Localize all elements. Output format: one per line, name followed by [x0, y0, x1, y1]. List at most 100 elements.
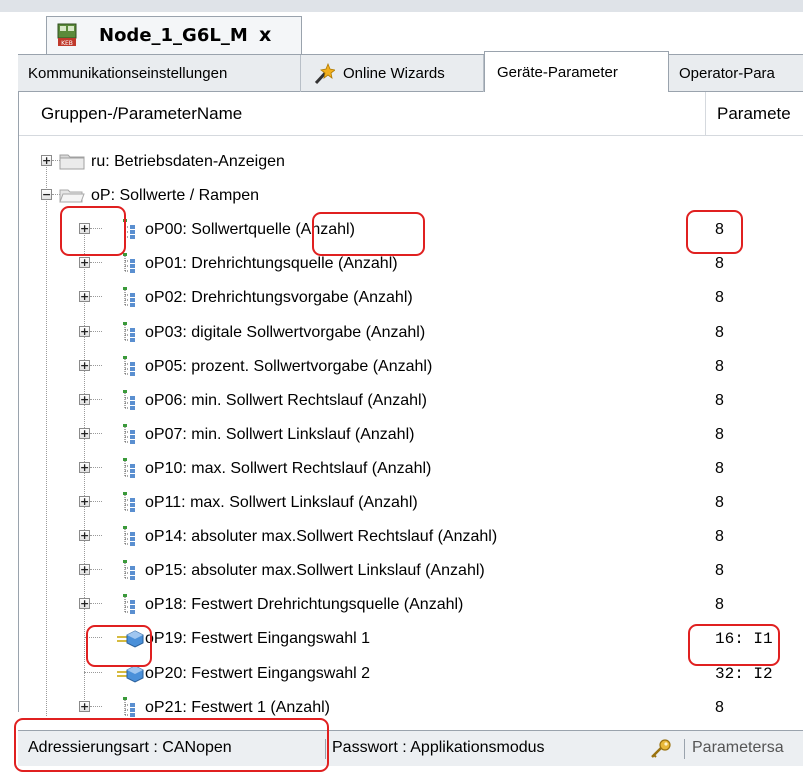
tree-row-label: oP: Sollwerte / Rampen	[91, 187, 260, 204]
tree-connector	[84, 637, 102, 638]
tree-row[interactable]: + oP00: Sollwertquelle (Anzahl) 8	[19, 213, 803, 247]
document-tab-title: Node_1_G6L_M	[99, 25, 248, 46]
tree-row-value[interactable]: 8	[715, 392, 724, 410]
tree-row-value[interactable]: 16: I1	[715, 630, 773, 648]
status-addressing: Adressierungsart : CANopen	[28, 739, 232, 756]
window-top-strip	[0, 0, 803, 12]
tree-connector	[90, 365, 102, 366]
parameter-array-icon	[123, 424, 135, 444]
tree-row-label: oP14: absoluter max.Sollwert Rechtslauf …	[145, 528, 498, 545]
tree-row-value[interactable]: 8	[715, 255, 724, 273]
tab-operator-parameter[interactable]: Operator-Para	[669, 55, 803, 92]
tree-row[interactable]: + oP21: Festwert 1 (Anzahl) 8	[19, 691, 803, 725]
tree-row[interactable]: + oP01: Drehrichtungsquelle (Anzahl) 8	[19, 247, 803, 281]
tree-connector	[90, 501, 102, 502]
tree-row[interactable]: + oP05: prozent. Sollwertvorgabe (Anzahl)…	[19, 350, 803, 384]
tree-row-value[interactable]: 8	[715, 596, 724, 614]
expand-icon[interactable]: +	[79, 701, 90, 712]
document-tab[interactable]: KEB Node_1_G6L_M x	[46, 16, 302, 54]
tab-online-wizards[interactable]: Online Wizards	[301, 55, 484, 92]
svg-text:KEB: KEB	[61, 40, 73, 47]
tab-kommunikationseinstellungen[interactable]: Kommunikationseinstellungen	[18, 55, 301, 92]
tree-row[interactable]: + oP10: max. Sollwert Rechtslauf (Anzahl)…	[19, 452, 803, 486]
expand-icon[interactable]: +	[79, 462, 90, 473]
parameter-array-icon	[123, 390, 135, 410]
tab-bar: Kommunikationseinstellungen Online Wizar…	[18, 51, 803, 92]
status-separator	[684, 739, 685, 759]
status-separator	[325, 739, 326, 759]
key-icon[interactable]	[650, 739, 672, 759]
tree-row-value[interactable]: 8	[715, 221, 724, 239]
expand-icon[interactable]: +	[41, 155, 52, 166]
tree-row-value[interactable]: 8	[715, 699, 724, 717]
tree-row-label: oP03: digitale Sollwertvorgabe (Anzahl)	[145, 324, 426, 341]
expand-icon[interactable]: +	[79, 564, 90, 575]
tree-connector	[90, 535, 102, 536]
tree-row-value[interactable]: 8	[715, 324, 724, 342]
tree-row-value[interactable]: 32: I2	[715, 665, 773, 683]
tree-row-label: oP01: Drehrichtungsquelle (Anzahl)	[145, 255, 398, 272]
tree-row-label: oP06: min. Sollwert Rechtslauf (Anzahl)	[145, 392, 427, 409]
tree-row[interactable]: oP19: Festwert Eingangswahl 1 16: I1	[19, 622, 803, 656]
tree-connector	[90, 603, 102, 604]
tree-group-row[interactable]: + ru: Betriebsdaten-Anzeigen	[19, 145, 803, 179]
tree-connector	[90, 569, 102, 570]
expand-icon[interactable]: +	[79, 394, 90, 405]
column-value-header[interactable]: Paramete	[717, 104, 791, 124]
tree-connector	[90, 262, 102, 263]
tree-connector	[90, 467, 102, 468]
expand-icon[interactable]: +	[79, 326, 90, 337]
tree-connector	[90, 706, 102, 707]
tree-row-value[interactable]: 8	[715, 460, 724, 478]
tree-row[interactable]: + oP02: Drehrichtungsvorgabe (Anzahl) 8	[19, 281, 803, 315]
tree-row-value[interactable]: 8	[715, 358, 724, 376]
expand-icon[interactable]: +	[79, 291, 90, 302]
tree-row-label: ru: Betriebsdaten-Anzeigen	[91, 153, 285, 170]
close-tab-icon[interactable]: x	[259, 24, 271, 46]
tree-row-label: oP02: Drehrichtungsvorgabe (Anzahl)	[145, 289, 413, 306]
expand-icon[interactable]: +	[79, 223, 90, 234]
tree-connector	[90, 228, 102, 229]
expand-icon[interactable]: +	[79, 496, 90, 507]
status-password: Passwort : Applikationsmodus	[332, 739, 545, 756]
tree-row-value[interactable]: 8	[715, 289, 724, 307]
tree-connector	[90, 296, 102, 297]
wand-icon	[314, 63, 335, 85]
tree-group-row[interactable]: − oP: Sollwerte / Rampen	[19, 179, 803, 213]
parameter-array-icon	[123, 219, 135, 239]
parameter-value-icon	[117, 630, 144, 648]
expand-icon[interactable]: +	[79, 428, 90, 439]
tree-connector	[90, 433, 102, 434]
column-header: Gruppen-/ParameterName Paramete	[19, 92, 803, 136]
folder-icon	[59, 154, 85, 170]
expand-icon[interactable]: +	[79, 257, 90, 268]
tree-row[interactable]: + oP15: absoluter max.Sollwert Linkslauf …	[19, 554, 803, 588]
collapse-icon[interactable]: −	[41, 189, 52, 200]
status-bar: Adressierungsart : CANopen Passwort : Ap…	[18, 730, 803, 766]
tree-row[interactable]: oP20: Festwert Eingangswahl 2 32: I2	[19, 657, 803, 691]
tree-connector	[90, 331, 102, 332]
tree-row-label: oP00: Sollwertquelle (Anzahl)	[145, 221, 355, 238]
tab-geraete-parameter[interactable]: Geräte-Parameter	[484, 51, 669, 92]
tree-row[interactable]: + oP18: Festwert Drehrichtungsquelle (Anz…	[19, 588, 803, 622]
tree-row-value[interactable]: 8	[715, 494, 724, 512]
parameter-array-icon	[123, 458, 135, 478]
tree-row[interactable]: + oP03: digitale Sollwertvorgabe (Anzahl)…	[19, 316, 803, 350]
parameter-array-icon	[123, 356, 135, 376]
expand-icon[interactable]: +	[79, 530, 90, 541]
tree-row[interactable]: + oP11: max. Sollwert Linkslauf (Anzahl) 8	[19, 486, 803, 520]
tree-row-value[interactable]: 8	[715, 528, 724, 546]
tree-connector	[84, 672, 102, 673]
tree-row[interactable]: + oP14: absoluter max.Sollwert Rechtslauf…	[19, 520, 803, 554]
column-name-header[interactable]: Gruppen-/ParameterName	[41, 104, 242, 124]
tree-row-value[interactable]: 8	[715, 426, 724, 444]
tree-row-label: oP11: max. Sollwert Linkslauf (Anzahl)	[145, 494, 418, 511]
tree-row-value[interactable]: 8	[715, 562, 724, 580]
tree-row-label: oP21: Festwert 1 (Anzahl)	[145, 699, 330, 716]
status-parameter-set: Parametersa	[692, 739, 784, 756]
tree-row[interactable]: + oP07: min. Sollwert Linkslauf (Anzahl) 8	[19, 418, 803, 452]
tree-row[interactable]: + oP06: min. Sollwert Rechtslauf (Anzahl)…	[19, 384, 803, 418]
keb-device-icon: KEB	[57, 23, 77, 47]
expand-icon[interactable]: +	[79, 360, 90, 371]
expand-icon[interactable]: +	[79, 598, 90, 609]
